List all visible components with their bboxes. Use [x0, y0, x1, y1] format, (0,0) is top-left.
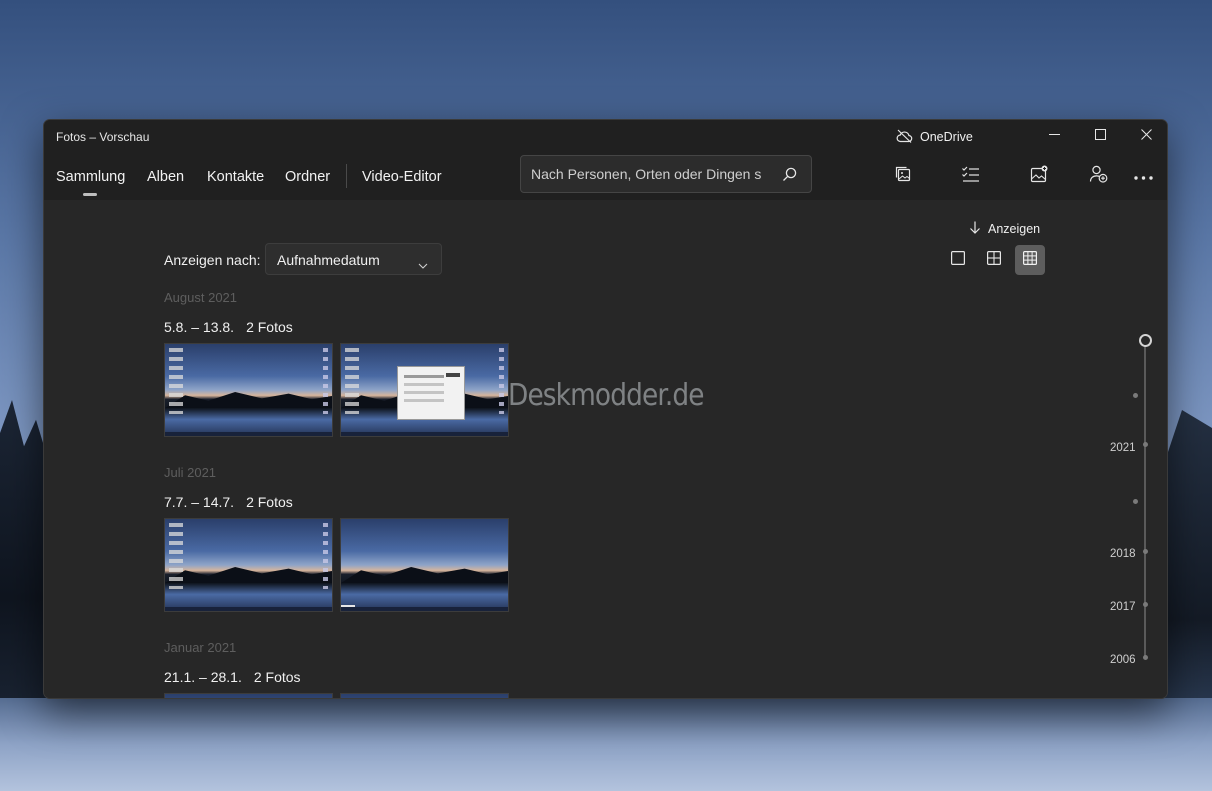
- thumbnail-desktop-icons: [323, 523, 328, 589]
- photo-stack-button[interactable]: [892, 165, 914, 187]
- view-small-grid-button[interactable]: [1015, 245, 1045, 275]
- close-icon: [1140, 127, 1152, 145]
- onedrive-label: OneDrive: [920, 130, 973, 144]
- thumbnail-desktop-icons: [169, 348, 183, 414]
- tab-video-editor[interactable]: Video-Editor: [362, 169, 442, 185]
- chevron-down-icon: [418, 256, 428, 272]
- grid-3x3-icon: [1023, 250, 1038, 270]
- tab-alben[interactable]: Alben: [147, 169, 184, 185]
- photo-stack-icon: [894, 165, 912, 188]
- desktop-lake: [0, 698, 1212, 791]
- more-options-button[interactable]: [1132, 165, 1154, 187]
- search-box[interactable]: [520, 155, 812, 193]
- thumbnail-dialog-window: [397, 366, 465, 420]
- thumbnail-mountains: [165, 392, 332, 408]
- timeline-year[interactable]: 2017: [1110, 601, 1136, 613]
- view-by-label: Anzeigen nach:: [164, 252, 261, 268]
- tab-divider: [346, 164, 347, 188]
- view-by-dropdown[interactable]: Aufnahmedatum: [265, 243, 442, 275]
- window-title: Fotos – Vorschau: [56, 130, 150, 144]
- date-range-label: 21.1. – 28.1.: [164, 669, 242, 685]
- view-single-button[interactable]: [943, 245, 973, 275]
- photo-count: 2 Fotos: [253, 669, 301, 685]
- month-heading: Juli 2021: [164, 465, 217, 480]
- cloud-off-icon: [896, 129, 913, 146]
- select-list-button[interactable]: [959, 165, 981, 187]
- select-list-icon: [961, 165, 980, 188]
- person-add-button[interactable]: [1087, 165, 1109, 187]
- close-button[interactable]: [1123, 120, 1167, 152]
- thumbnail-mountains: [165, 567, 332, 583]
- photo-thumbnail[interactable]: [164, 518, 333, 612]
- sort-button[interactable]: Anzeigen: [969, 221, 1040, 237]
- view-medium-grid-button[interactable]: [979, 245, 1009, 275]
- maximize-icon: [1094, 127, 1106, 145]
- thumbnail-desktop-icons: [499, 348, 504, 414]
- date-range-label: 7.7. – 14.7.: [164, 494, 235, 510]
- photo-count: 2 Fotos: [246, 494, 293, 510]
- thumbnail-taskbar: [341, 607, 508, 611]
- date-range-heading: 7.7. – 14.7. 2 Fotos: [164, 494, 293, 510]
- thumbnail-taskbar: [341, 432, 508, 436]
- timeline-year[interactable]: 2021: [1110, 442, 1136, 454]
- image-import-button[interactable]: [1028, 165, 1050, 187]
- navigation-bar: Sammlung Alben Kontakte Ordner Video-Edi…: [44, 154, 1167, 200]
- photos-app-window: Fotos – Vorschau OneDrive Sammlung Alben…: [43, 119, 1168, 699]
- thumbnail-taskbar: [165, 607, 332, 611]
- arrow-down-icon: [969, 221, 981, 237]
- photo-thumbnail[interactable]: [340, 518, 509, 612]
- thumbnail-desktop-icons: [169, 523, 183, 589]
- search-input[interactable]: [521, 166, 761, 182]
- photo-thumbnail[interactable]: [164, 343, 333, 437]
- tab-sammlung[interactable]: Sammlung: [56, 169, 125, 196]
- thumbnail-taskbar: [165, 432, 332, 436]
- minimize-icon: [1048, 127, 1060, 145]
- timeline-marker[interactable]: [1143, 442, 1148, 447]
- thumbnail-desktop-icons: [345, 698, 359, 699]
- photo-thumbnail[interactable]: [340, 343, 509, 437]
- thumbnail-desktop-icons: [169, 698, 183, 699]
- timeline-marker[interactable]: [1143, 655, 1148, 660]
- thumbnail-mountains: [341, 567, 508, 583]
- thumbnail-desktop-icons: [345, 348, 359, 414]
- timeline-year[interactable]: 2018: [1110, 548, 1136, 560]
- photo-thumbnail[interactable]: [340, 693, 509, 699]
- sort-label: Anzeigen: [988, 222, 1041, 236]
- date-range-label: 5.8. – 13.8.: [164, 319, 235, 335]
- search-icon[interactable]: [782, 167, 797, 187]
- date-range-heading: 5.8. – 13.8. 2 Fotos: [164, 319, 293, 335]
- single-square-icon: [951, 250, 966, 270]
- onedrive-status[interactable]: OneDrive: [896, 128, 973, 146]
- month-heading: August 2021: [164, 290, 238, 305]
- collection-content[interactable]: Anzeigen Anzeigen nach: Aufnahmedatum Au…: [44, 200, 1167, 698]
- grid-2x2-icon: [987, 250, 1002, 270]
- person-add-icon: [1089, 165, 1108, 188]
- timeline-thumb[interactable]: [1139, 334, 1152, 347]
- minimize-button[interactable]: [1031, 120, 1077, 152]
- photo-count: 2 Fotos: [246, 319, 293, 335]
- timeline-year[interactable]: 2006: [1110, 654, 1136, 666]
- timeline-marker[interactable]: [1143, 549, 1148, 554]
- month-heading: Januar 2021: [164, 640, 237, 655]
- timeline-marker[interactable]: [1133, 499, 1138, 504]
- timeline-track[interactable]: [1144, 340, 1146, 658]
- date-range-heading: 21.1. – 28.1. 2 Fotos: [164, 669, 301, 685]
- tab-kontakte[interactable]: Kontakte: [207, 169, 264, 185]
- photo-thumbnail[interactable]: [164, 693, 333, 699]
- view-by-value: Aufnahmedatum: [277, 252, 380, 268]
- thumbnail-desktop-icons: [323, 698, 328, 699]
- more-icon: [1133, 167, 1153, 185]
- maximize-button[interactable]: [1077, 120, 1123, 152]
- desktop-treeline-right: [1162, 410, 1212, 710]
- watermark: Deskmodder.de: [508, 378, 705, 413]
- image-import-icon: [1030, 165, 1048, 188]
- timeline-marker[interactable]: [1133, 393, 1138, 398]
- thumbnail-desktop-icons: [323, 348, 328, 414]
- tab-ordner[interactable]: Ordner: [285, 169, 330, 185]
- timeline-marker[interactable]: [1143, 602, 1148, 607]
- title-bar[interactable]: Fotos – Vorschau OneDrive: [44, 120, 1167, 154]
